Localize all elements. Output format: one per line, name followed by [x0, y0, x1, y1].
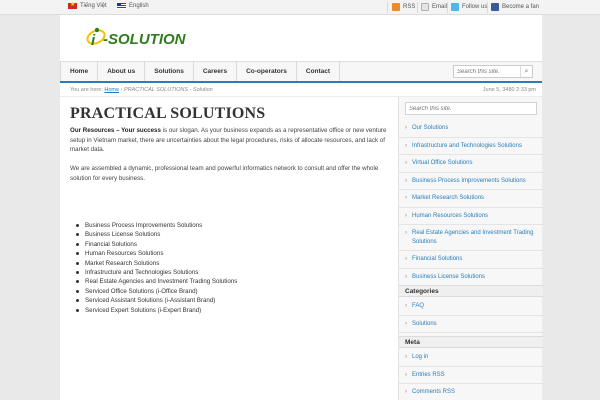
- sidebar-link[interactable]: Our Solutions: [399, 120, 543, 138]
- nav-item-about-us[interactable]: About us: [98, 62, 146, 81]
- breadcrumb-home-link[interactable]: Home: [104, 87, 119, 93]
- facebook-icon: [491, 3, 499, 11]
- list-item: Real Estate Agencies and Investment Trad…: [76, 277, 376, 286]
- logo-letter: i: [91, 32, 96, 49]
- rss-link[interactable]: RSS: [392, 3, 415, 11]
- current-date: June 5, 3480 2:33 pm: [482, 87, 536, 93]
- sidebar-link[interactable]: Market Research Solutions: [399, 190, 543, 208]
- breadcrumb-separator: ›: [120, 87, 123, 93]
- divider: [447, 2, 448, 13]
- solutions-list: Business Process Improvements Solutions …: [76, 221, 376, 315]
- list-item: Business Process Improvements Solutions: [76, 221, 376, 230]
- site-logo[interactable]: i -SOLUTION: [86, 24, 214, 50]
- meta-heading: Meta: [399, 336, 543, 348]
- language-vietnamese-link[interactable]: Tiếng Việt: [68, 1, 107, 10]
- language-english-link[interactable]: English: [117, 3, 149, 9]
- sidebar-link[interactable]: Infrastructure and Technologies Solution…: [399, 138, 543, 155]
- rss-label: RSS: [403, 4, 416, 10]
- team-paragraph: We are assembled a dynamic, professional…: [70, 165, 379, 182]
- sidebar-link[interactable]: Real Estate Agencies and Investment Trad…: [399, 225, 543, 251]
- email-label: Email: [432, 4, 448, 10]
- sidebar-solutions-list: Our Solutions Infrastructure and Technol…: [399, 120, 543, 286]
- search-icon[interactable]: ⌕: [520, 66, 532, 77]
- page-title: PRACTICAL SOLUTIONS: [70, 105, 266, 122]
- category-link[interactable]: FAQ: [399, 298, 543, 316]
- divider: [417, 2, 418, 13]
- list-item: Financial Solutions: [76, 240, 376, 249]
- facebook-label: Become a fan: [502, 4, 540, 10]
- facebook-link[interactable]: Become a fan: [491, 3, 539, 11]
- list-item: Infrastructure and Technologies Solution…: [76, 268, 376, 277]
- sidebar-search-box: [405, 102, 537, 115]
- list-item: Human Resources Solutions: [76, 249, 376, 258]
- twitter-label: Follow us: [462, 4, 488, 10]
- main-content: PRACTICAL SOLUTIONS Our Resources – Your…: [60, 97, 398, 400]
- list-item: Serviced Expert Solutions (i-Expert Bran…: [76, 306, 376, 315]
- breadcrumb-current: PRACTICAL SOLUTIONS - Solution: [123, 87, 213, 93]
- nav-menu: Home About us Solutions Careers Co-opera…: [60, 62, 341, 81]
- list-item: Business License Solutions: [76, 230, 376, 239]
- meta-link[interactable]: Comments RSS: [399, 384, 543, 400]
- category-link[interactable]: Solutions: [399, 316, 543, 333]
- sidebar-meta-list: Log in Entries RSS Comments RSS: [399, 349, 543, 400]
- categories-heading: Categories: [399, 285, 543, 297]
- breadcrumb-prefix: You are here:: [70, 87, 103, 93]
- nav-item-careers[interactable]: Careers: [194, 62, 238, 81]
- sidebar-link[interactable]: Business Process Improvements Solutions: [399, 173, 543, 190]
- language-english-label: English: [129, 3, 149, 9]
- meta-link[interactable]: Log in: [399, 349, 543, 367]
- email-link[interactable]: Email: [421, 3, 447, 11]
- sidebar: Our Solutions Infrastructure and Technol…: [398, 97, 543, 400]
- vietnam-flag-icon: [68, 1, 77, 10]
- nav-item-solutions[interactable]: Solutions: [145, 62, 194, 81]
- nav-item-co-operators[interactable]: Co-operators: [237, 62, 297, 81]
- twitter-icon: [451, 3, 459, 11]
- top-bar: Tiếng Việt English RSS Email Follow us B…: [0, 0, 600, 15]
- page: Tiếng Việt English RSS Email Follow us B…: [0, 0, 600, 400]
- header-search-input[interactable]: [457, 67, 517, 77]
- sidebar-link[interactable]: Virtual Office Solutions: [399, 155, 543, 173]
- breadcrumb: You are here: Home › PRACTICAL SOLUTIONS…: [60, 83, 542, 97]
- nav-item-home[interactable]: Home: [60, 62, 99, 81]
- us-flag-icon: [117, 3, 126, 9]
- language-vietnamese-label: Tiếng Việt: [80, 3, 107, 9]
- divider: [387, 2, 388, 13]
- sidebar-link[interactable]: Business License Solutions: [399, 269, 543, 286]
- rss-icon: [392, 3, 400, 11]
- nav-item-contact[interactable]: Contact: [297, 62, 341, 81]
- divider: [487, 2, 488, 13]
- twitter-link[interactable]: Follow us: [451, 3, 487, 11]
- slogan-text: Our Resources – Your success: [70, 127, 161, 134]
- intro-paragraph: Our Resources – Your success is our slog…: [70, 126, 392, 155]
- main-navigation: Home About us Solutions Careers Co-opera…: [60, 61, 542, 83]
- list-item: Market Research Solutions: [76, 259, 376, 268]
- list-item: Serviced Assistant Solutions (i-Assistan…: [76, 296, 376, 305]
- meta-link[interactable]: Entries RSS: [399, 367, 543, 384]
- sidebar-search-input[interactable]: [409, 104, 529, 114]
- sidebar-categories-list: FAQ Solutions: [399, 298, 543, 333]
- breadcrumb-trail: You are here: Home › PRACTICAL SOLUTIONS…: [70, 87, 213, 93]
- email-icon: [421, 3, 429, 11]
- header-search-box: ⌕: [453, 65, 533, 78]
- logo-text: -SOLUTION: [103, 31, 187, 48]
- list-item: Serviced Office Solutions (i-Office Bran…: [76, 287, 376, 296]
- sidebar-link[interactable]: Human Resources Solutions: [399, 208, 543, 225]
- sidebar-link[interactable]: Financial Solutions: [399, 251, 543, 269]
